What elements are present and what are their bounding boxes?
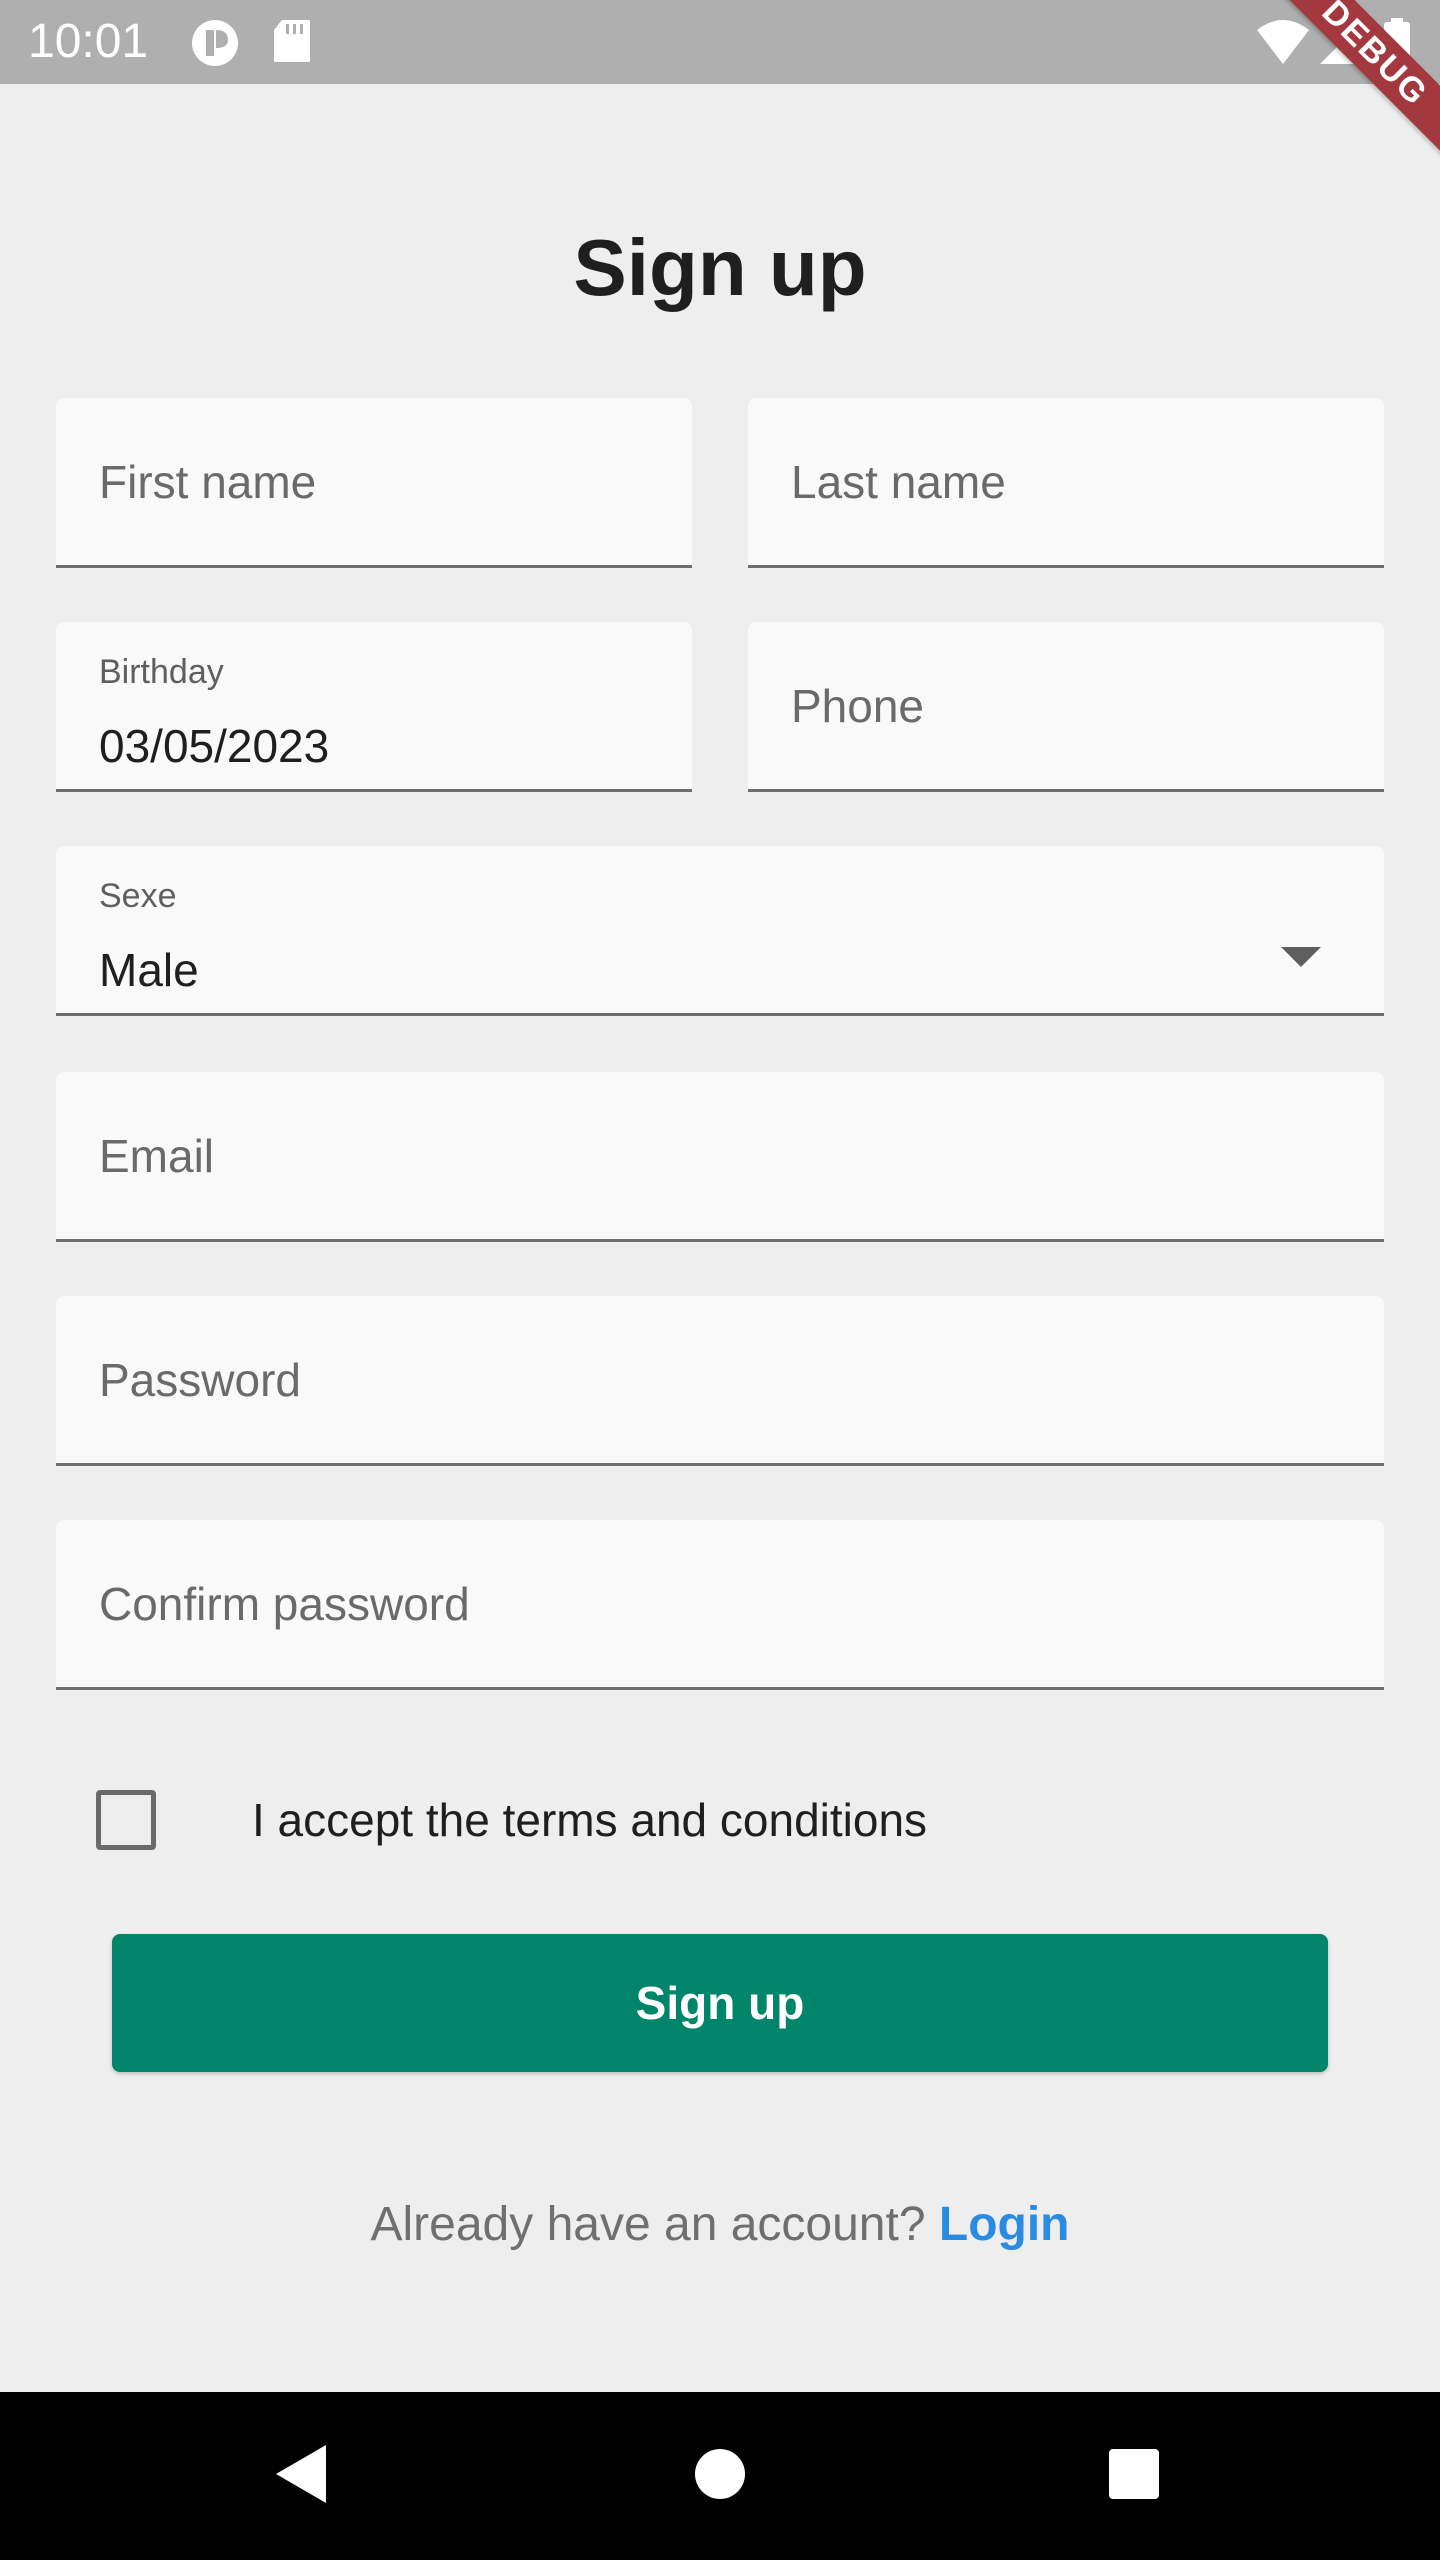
- home-button[interactable]: [640, 2392, 800, 2560]
- birthday-value: 03/05/2023: [99, 720, 330, 772]
- sexe-value: Male: [99, 944, 199, 996]
- password-placeholder: Password: [99, 1353, 301, 1406]
- home-icon: [694, 2448, 746, 2505]
- phone-placeholder: Phone: [791, 679, 925, 732]
- back-button[interactable]: [220, 2392, 380, 2560]
- terms-label: I accept the terms and conditions: [252, 1794, 928, 1846]
- status-bar: 10:01: [0, 0, 1440, 84]
- login-prompt-text: Already have an account?: [370, 2198, 926, 2251]
- navigation-bar: [0, 2392, 1440, 2560]
- wifi-icon: [1255, 18, 1311, 71]
- birthday-label: Birthday: [99, 653, 224, 691]
- phone-field[interactable]: Phone: [748, 622, 1384, 792]
- terms-checkbox[interactable]: [96, 1790, 156, 1850]
- recents-icon: [1108, 2448, 1160, 2505]
- confirm-password-placeholder: Confirm password: [99, 1577, 470, 1630]
- birthday-field[interactable]: Birthday 03/05/2023: [56, 622, 692, 792]
- email-field[interactable]: Email: [56, 1072, 1384, 1242]
- last-name-field[interactable]: Last name: [748, 398, 1384, 568]
- last-name-placeholder: Last name: [791, 455, 1006, 508]
- login-prompt: Already have an account? Login: [0, 2190, 1440, 2260]
- signup-button[interactable]: Sign up: [112, 1934, 1328, 2072]
- first-name-field[interactable]: First name: [56, 398, 692, 568]
- first-name-placeholder: First name: [99, 455, 317, 508]
- sd-card-icon: [272, 18, 312, 69]
- data-saver-icon: [190, 18, 240, 73]
- confirm-password-field[interactable]: Confirm password: [56, 1520, 1384, 1690]
- recents-button[interactable]: [1054, 2392, 1214, 2560]
- back-icon: [272, 2443, 328, 2510]
- login-link[interactable]: Login: [939, 2198, 1070, 2251]
- sexe-label: Sexe: [99, 877, 177, 915]
- sexe-dropdown[interactable]: Sexe Male: [56, 846, 1384, 1016]
- page-title: Sign up: [573, 223, 867, 312]
- status-time: 10:01: [28, 15, 149, 68]
- email-placeholder: Email: [99, 1129, 215, 1182]
- password-field[interactable]: Password: [56, 1296, 1384, 1466]
- dropdown-arrow-icon: [1281, 947, 1321, 974]
